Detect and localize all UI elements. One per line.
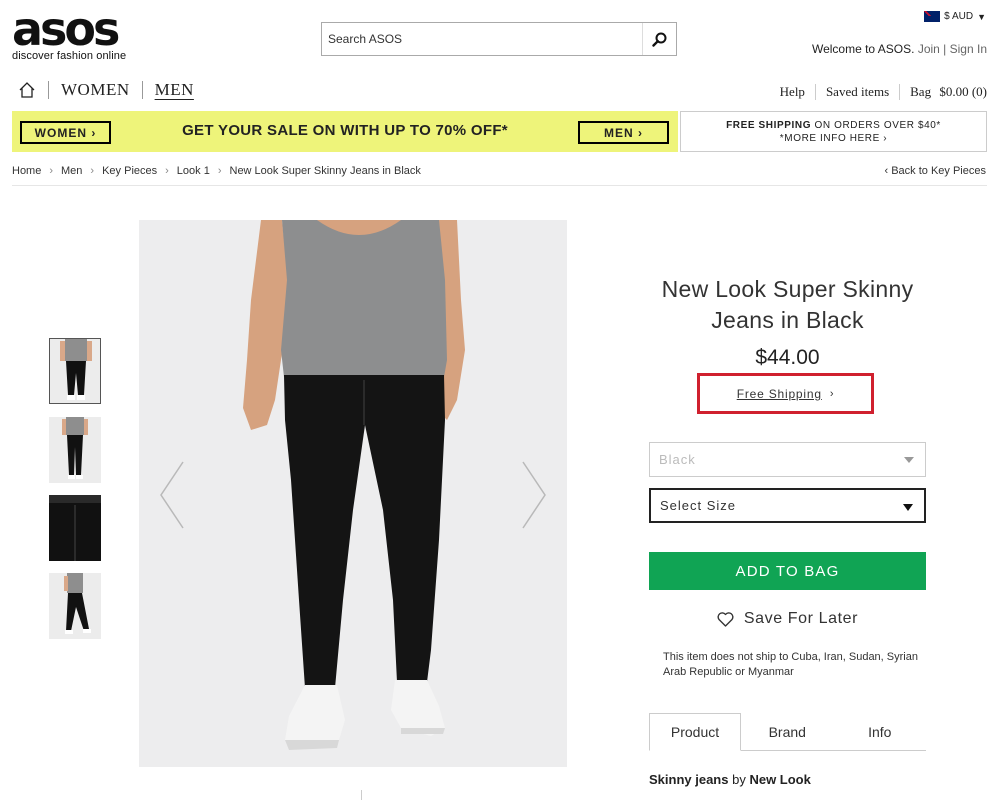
product-thumbnail-image	[49, 573, 101, 639]
nav-divider	[48, 81, 49, 99]
banner-text: GET YOUR SALE ON WITH UP TO 70% OFF*	[182, 122, 508, 139]
main-nav: WOMEN MEN	[18, 80, 194, 100]
product-description: Skinny jeans by New Look	[649, 772, 811, 787]
colour-select[interactable]: Black	[649, 442, 926, 477]
thumbnail-front[interactable]	[49, 338, 101, 404]
nav-men[interactable]: MEN	[155, 80, 194, 100]
join-link[interactable]: Join	[918, 42, 940, 56]
tab-info[interactable]: Info	[834, 713, 927, 750]
util-divider	[899, 84, 901, 100]
shipping-rest: ON ORDERS OVER $40*	[811, 120, 941, 131]
size-select[interactable]: Select Size	[649, 488, 926, 523]
colour-select-value: Black	[659, 452, 696, 467]
tab-brand[interactable]: Brand	[741, 713, 834, 750]
breadcrumb-current: New Look Super Skinny Jeans in Black	[229, 165, 421, 177]
chevron-down-icon	[903, 504, 913, 511]
shipping-line: FREE SHIPPING ON ORDERS OVER $40*	[681, 119, 986, 132]
banner-women-button[interactable]: WOMEN ›	[20, 121, 111, 144]
help-link[interactable]: Help	[780, 84, 805, 100]
shipping-more-info: *MORE INFO HERE ›	[779, 133, 888, 144]
australia-flag-icon	[924, 11, 941, 22]
signin-link[interactable]: Sign In	[950, 42, 987, 56]
free-shipping-label: Free Shipping	[736, 386, 822, 401]
chevron-right-icon: ›	[829, 387, 835, 400]
shipping-bold: FREE SHIPPING	[726, 120, 812, 131]
add-to-bag-button[interactable]: ADD TO BAG	[649, 552, 926, 590]
logo-tagline: discover fashion online	[12, 50, 127, 62]
product-thumbnail-image	[49, 417, 101, 483]
asos-logo[interactable]: asos discover fashion online	[12, 2, 142, 66]
thumbnail-side[interactable]	[49, 573, 101, 639]
search-button[interactable]	[642, 23, 676, 55]
breadcrumb-home[interactable]: Home	[12, 165, 41, 177]
shipping-restriction-note: This item does not ship to Cuba, Iran, S…	[663, 651, 918, 678]
free-shipping-link[interactable]: Free Shipping ›	[697, 373, 874, 414]
chevron-down-icon: ▼	[977, 11, 986, 22]
currency-selector[interactable]: $ AUD ▼	[924, 11, 986, 22]
saved-items-link[interactable]: Saved items	[826, 84, 889, 100]
chevron-down-icon	[904, 457, 914, 463]
product-thumbnail-image	[50, 339, 100, 403]
tab-product[interactable]: Product	[649, 713, 741, 751]
bag-label: Bag	[910, 84, 932, 99]
join-signin-separator: |	[943, 42, 947, 56]
breadcrumb-chevron-icon: ›	[217, 165, 222, 177]
product-type: Skinny jeans	[649, 772, 729, 787]
thumbnail-back[interactable]	[49, 495, 101, 561]
breadcrumb-men[interactable]: Men	[61, 165, 82, 177]
breadcrumb-key-pieces[interactable]: Key Pieces	[102, 165, 157, 177]
product-thumbnail-image	[49, 495, 101, 561]
product-photo	[139, 220, 567, 767]
currency-label: $ AUD	[944, 11, 974, 22]
back-to-key-pieces-link[interactable]: ‹ Back to Key Pieces	[885, 165, 987, 177]
search-icon	[652, 32, 667, 47]
bag-total: $0.00 (0)	[939, 84, 987, 99]
breadcrumb-chevron-icon: ›	[49, 165, 54, 177]
breadcrumb-look[interactable]: Look 1	[177, 165, 210, 177]
save-for-later-button[interactable]: Save For Later	[649, 610, 926, 628]
logo-wordmark: asos	[12, 2, 120, 56]
divider	[361, 790, 362, 800]
heart-icon	[717, 611, 734, 627]
next-image-arrow-icon[interactable]	[519, 460, 549, 530]
nav-divider	[141, 81, 143, 99]
desc-by: by	[728, 772, 750, 787]
product-price: $44.00	[755, 346, 820, 369]
free-shipping-banner[interactable]: FREE SHIPPING ON ORDERS OVER $40* *MORE …	[680, 111, 987, 152]
bag-link[interactable]: Bag $0.00 (0)	[910, 84, 987, 100]
previous-image-arrow-icon[interactable]	[157, 460, 187, 530]
breadcrumb-chevron-icon: ›	[165, 165, 169, 177]
welcome-text: Welcome to ASOS.	[811, 42, 915, 56]
product-main-image	[139, 220, 567, 767]
product-brand-link[interactable]: New Look	[749, 772, 810, 787]
size-select-value: Select Size	[660, 498, 737, 513]
divider	[12, 185, 987, 186]
sale-banner: WOMEN › GET YOUR SALE ON WITH UP TO 70% …	[12, 111, 678, 152]
save-for-later-label: Save For Later	[743, 610, 859, 627]
utility-nav: Help Saved items Bag $0.00 (0)	[780, 84, 987, 100]
nav-women[interactable]: WOMEN	[61, 80, 130, 100]
search-input[interactable]	[322, 23, 640, 55]
thumbnail-full[interactable]	[49, 417, 101, 483]
home-icon[interactable]	[18, 81, 36, 99]
util-divider	[814, 84, 816, 100]
banner-men-button[interactable]: MEN ›	[578, 121, 669, 144]
breadcrumb: Home › Men › Key Pieces › Look 1 › New L…	[12, 165, 421, 177]
breadcrumb-chevron-icon: ›	[90, 165, 95, 177]
search-bar	[321, 22, 677, 56]
product-info-tabs: Product Brand Info	[649, 713, 926, 751]
welcome-area: Welcome to ASOS. Join | Sign In	[812, 42, 987, 56]
product-title: New Look Super Skinny Jeans in Black	[661, 276, 914, 333]
